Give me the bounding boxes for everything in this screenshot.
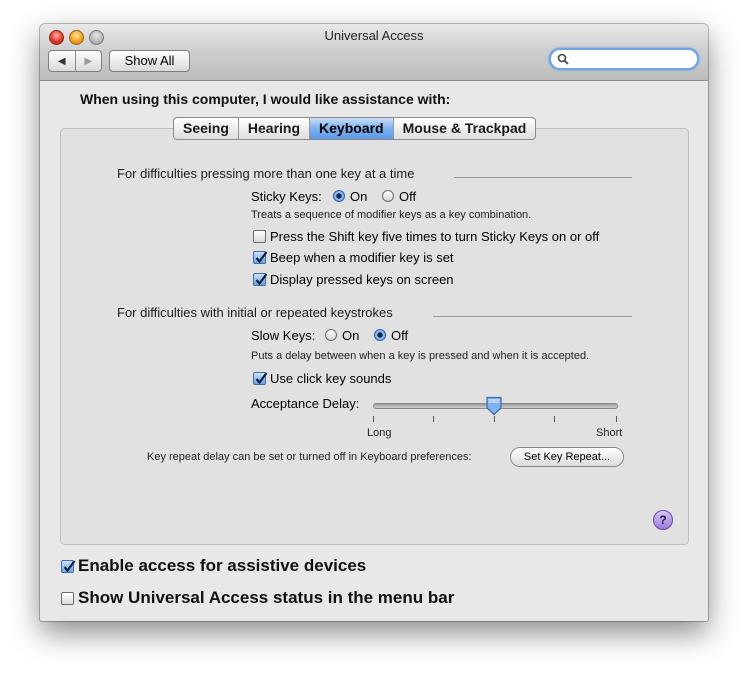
checkmark-icon (255, 273, 268, 286)
delay-min-label: Long (367, 427, 392, 439)
tab-bar: Seeing Hearing Keyboard Mouse & Trackpad (173, 117, 537, 140)
slow-keys-off-radio[interactable] (374, 329, 386, 341)
shift-five-times-label[interactable]: Press the Shift key five times to turn S… (270, 229, 599, 244)
set-key-repeat-button[interactable]: Set Key Repeat... (510, 447, 624, 467)
sticky-keys-on-label[interactable]: On (350, 189, 367, 204)
tab-seeing[interactable]: Seeing (174, 118, 239, 139)
back-arrow-icon[interactable]: ◀ (49, 51, 76, 71)
slider-thumb[interactable] (485, 396, 503, 416)
tab-keyboard[interactable]: Keyboard (310, 118, 394, 139)
shift-five-times-checkbox[interactable] (253, 230, 266, 243)
display-pressed-keys-checkbox[interactable] (253, 273, 268, 286)
assistive-devices-label[interactable]: Enable access for assistive devices (78, 556, 366, 576)
slider-tick (616, 416, 617, 422)
slow-section-label: For difficulties with initial or repeate… (117, 305, 393, 320)
sticky-keys-off-label[interactable]: Off (399, 189, 416, 204)
beep-modifier-label[interactable]: Beep when a modifier key is set (270, 250, 454, 265)
click-key-sounds-label[interactable]: Use click key sounds (270, 371, 391, 386)
slow-keys-on-radio[interactable] (325, 329, 337, 341)
sticky-keys-label: Sticky Keys: (251, 189, 322, 204)
slider-tick (433, 416, 434, 422)
status-menu-checkbox[interactable] (61, 592, 74, 605)
slow-section-separator (433, 316, 632, 317)
beep-modifier-checkbox[interactable] (253, 251, 268, 264)
click-key-sounds-checkbox[interactable] (253, 372, 268, 385)
show-all-button[interactable]: Show All (109, 50, 190, 72)
tab-mouse-trackpad[interactable]: Mouse & Trackpad (394, 118, 536, 139)
sticky-section-separator (454, 177, 632, 178)
assistive-devices-checkbox[interactable] (61, 560, 76, 573)
search-icon (557, 53, 569, 65)
forward-arrow-icon[interactable]: ▶ (76, 51, 102, 71)
checkmark-icon (255, 251, 268, 264)
preferences-window: Universal Access ◀ ▶ Show All When using… (40, 24, 708, 621)
slider-tick (373, 416, 374, 422)
key-repeat-text: Key repeat delay can be set or turned of… (147, 451, 472, 463)
slider-tick (554, 416, 555, 422)
sticky-keys-on-radio[interactable] (333, 190, 345, 202)
slider-tick (494, 416, 495, 422)
delay-max-label: Short (596, 427, 623, 439)
navigation-segmented-control: ◀ ▶ (48, 50, 102, 72)
window-title: Universal Access (324, 28, 424, 43)
sticky-keys-description: Treats a sequence of modifier keys as a … (251, 209, 532, 221)
checkmark-icon (255, 372, 268, 385)
slow-keys-description: Puts a delay between when a key is press… (251, 350, 590, 362)
sticky-keys-off-radio[interactable] (382, 190, 394, 202)
status-menu-label[interactable]: Show Universal Access status in the menu… (78, 588, 454, 608)
acceptance-delay-label: Acceptance Delay: (251, 396, 360, 411)
search-field[interactable] (549, 48, 699, 70)
slow-keys-label: Slow Keys: (251, 328, 316, 343)
slow-keys-on-label[interactable]: On (342, 328, 359, 343)
tab-hearing[interactable]: Hearing (239, 118, 311, 139)
assistance-heading: When using this computer, I would like a… (80, 91, 451, 107)
slow-keys-off-label[interactable]: Off (391, 328, 408, 343)
display-pressed-keys-label[interactable]: Display pressed keys on screen (270, 272, 454, 287)
help-icon[interactable]: ? (653, 510, 673, 530)
sticky-section-label: For difficulties pressing more than one … (117, 166, 415, 181)
search-input[interactable] (571, 51, 695, 69)
checkmark-icon (63, 560, 76, 573)
title-bar: Universal Access ◀ ▶ Show All (40, 24, 708, 81)
